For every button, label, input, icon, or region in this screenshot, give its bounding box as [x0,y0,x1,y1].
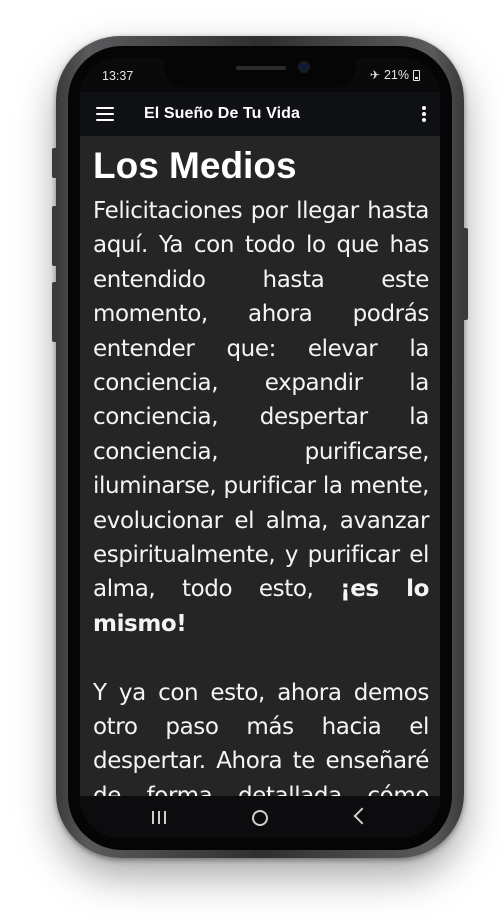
status-icons: ✈ 21% [370,68,420,82]
article-body: Felicitaciones por llegar hasta aquí. Ya… [93,194,429,796]
phone-screen: 13:37 ✈ 21% El Sueño De Tu Vida Los Medi… [80,58,440,838]
battery-icon [413,69,420,81]
volume-down-button [52,282,58,342]
recent-apps-icon[interactable] [152,811,166,824]
article-content[interactable]: Los Medios Felicitaciones por llegar has… [80,136,440,796]
battery-percent: 21% [383,68,409,82]
notch [164,58,356,88]
app-bar: El Sueño De Tu Vida [80,92,440,136]
speaker-grille [236,66,286,70]
power-button [462,228,468,320]
system-nav-bar [80,796,440,838]
more-vert-icon[interactable] [422,106,426,122]
volume-up-button [52,206,58,266]
paragraph-1-text: Felicitaciones por llegar hasta aquí. Ya… [93,198,429,603]
paragraph-2: Y ya con esto, ahora demos otro paso más… [93,679,429,796]
status-time: 13:37 [102,69,134,83]
home-icon[interactable] [252,810,268,826]
status-bar: 13:37 ✈ 21% [80,58,440,92]
camera-icon [300,63,308,71]
volume-button [52,148,58,178]
paragraph-1: Felicitaciones por llegar hasta aquí. Ya… [93,194,429,641]
airplane-icon: ✈ [369,68,380,82]
app-title: El Sueño De Tu Vida [144,105,301,122]
menu-icon[interactable] [96,107,114,121]
back-icon[interactable] [353,807,371,825]
section-heading: Los Medios [93,145,297,186]
